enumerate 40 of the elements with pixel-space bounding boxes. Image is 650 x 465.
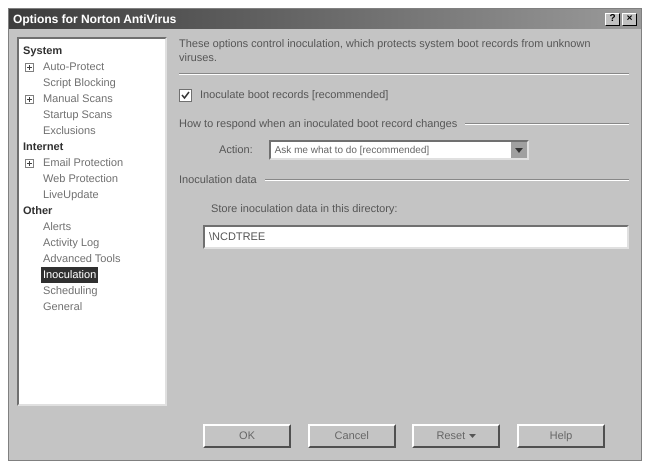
tree-heading: System (23, 44, 64, 59)
help-title-button[interactable]: ? (605, 12, 620, 26)
tree-item[interactable]: Activity Log (41, 234, 102, 252)
description-text: These options control inoculation, which protects system boot records from unknown viruses. (179, 37, 592, 65)
tree-item[interactable]: LiveUpdate (41, 186, 101, 204)
directory-field[interactable]: \NCDTREE (203, 225, 629, 249)
checkbox[interactable] (179, 88, 192, 102)
group-title: Inoculation data (179, 173, 257, 188)
directory-value: \NCDTREE (209, 230, 266, 245)
action-dropdown[interactable]: Ask me what to do [recommended] (268, 140, 529, 160)
store-label: Store inoculation data in this directory: (210, 202, 398, 216)
dialog-button[interactable]: Help (516, 424, 605, 448)
dialog-button[interactable]: OK (203, 424, 291, 448)
tree-item[interactable]: Startup Scans (41, 106, 114, 124)
checkbox-label: Inoculate boot records [recommended] (200, 88, 388, 103)
check-icon (181, 90, 190, 100)
window-title: Options for Norton AntiVirus (13, 11, 176, 28)
group-title: How to respond when an inoculated boot record changes (179, 116, 458, 132)
tree-item[interactable]: Inoculation (41, 266, 98, 284)
dialog-button[interactable]: Cancel (308, 424, 396, 448)
close-button[interactable]: × (622, 12, 637, 26)
expand-icon[interactable] (25, 158, 34, 168)
dialog-button[interactable]: Reset (412, 424, 500, 448)
dropdown-value: Ask me what to do [recommended] (274, 144, 430, 158)
tree-item[interactable]: Script Blocking (41, 74, 118, 92)
expand-icon[interactable] (25, 94, 34, 104)
tree-item[interactable]: Email Protection (41, 154, 126, 172)
tree-item[interactable]: General (41, 298, 84, 316)
tree-item[interactable]: Scheduling (41, 282, 100, 300)
tree-item[interactable]: Auto-Protect (41, 58, 106, 76)
tree-item[interactable]: Advanced Tools (41, 250, 122, 268)
tree-item[interactable]: Exclusions (41, 122, 98, 140)
tree-heading: Other (23, 204, 54, 219)
tree-heading: Internet (23, 140, 64, 155)
expand-icon[interactable] (25, 62, 34, 72)
tree-item[interactable]: Web Protection (41, 170, 120, 188)
action-label: Action: (219, 142, 253, 158)
tree-item[interactable]: Alerts (41, 218, 74, 236)
tree-item[interactable]: Manual Scans (41, 90, 115, 108)
caret-icon (469, 434, 476, 438)
